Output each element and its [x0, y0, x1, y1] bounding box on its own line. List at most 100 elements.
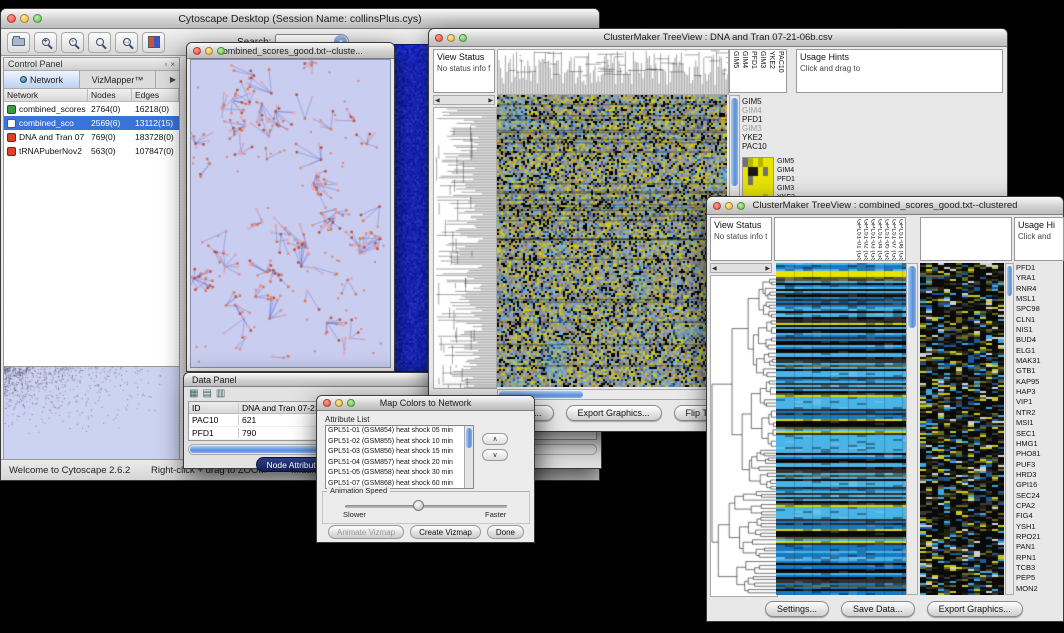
vizmapper-button[interactable] — [142, 32, 165, 53]
scrollbar-thumb[interactable] — [731, 98, 738, 186]
network-overview-thumbnail[interactable] — [4, 366, 179, 460]
export-graphics-button[interactable]: Export Graphics... — [566, 405, 662, 421]
gene-label[interactable]: RNR4 — [1016, 284, 1063, 294]
dense-network-canvas[interactable] — [395, 45, 430, 371]
tab-network[interactable]: Network — [4, 71, 80, 88]
export-graphics-button[interactable]: Export Graphics... — [927, 601, 1023, 617]
network-graph-canvas[interactable] — [191, 60, 390, 367]
list-scrollbar[interactable] — [464, 426, 473, 488]
gene-label[interactable]: GIM5 — [777, 157, 805, 166]
gene-label[interactable]: PAN1 — [1016, 542, 1063, 552]
zoom-button[interactable] — [347, 399, 355, 407]
dialog-titlebar[interactable]: Map Colors to Network — [317, 396, 534, 411]
background-network-view[interactable] — [394, 44, 431, 372]
gene-label[interactable]: CLN1 — [1016, 315, 1063, 325]
save-data-button[interactable]: Save Data... — [841, 601, 915, 617]
gene-label[interactable]: PFD1 — [777, 175, 805, 184]
gene-label[interactable]: NIS1 — [1016, 325, 1063, 335]
gene-label[interactable]: YSH1 — [1016, 522, 1063, 532]
scroll-left-icon[interactable]: ◀ — [435, 97, 440, 104]
treeview-combined-titlebar[interactable]: ClusterMaker TreeView : combined_scores_… — [707, 197, 1063, 215]
zoom-in-button[interactable]: + — [34, 32, 57, 53]
close-button[interactable] — [193, 47, 201, 55]
gene-label[interactable]: HAP3 — [1016, 387, 1063, 397]
attribute-delete-icon[interactable]: ▥ — [216, 388, 225, 399]
zoom-fit-button[interactable] — [88, 32, 111, 53]
gene-label[interactable]: YKE2 — [742, 133, 800, 142]
attribute-list-item[interactable]: GPL51-05 (GSM858) heat shock 30 min — [326, 468, 464, 479]
tab-vizmapper[interactable]: VizMapper™ — [80, 71, 156, 88]
gene-label[interactable]: PFD1 — [742, 115, 800, 124]
overview-canvas[interactable] — [4, 367, 179, 459]
zoom-vertical-scrollbar[interactable] — [1005, 263, 1014, 595]
attribute-list[interactable]: GPL51-01 (GSM854) heat shock 05 min GPL51… — [325, 425, 474, 489]
row-dendrogram[interactable] — [710, 275, 778, 597]
network-canvas-area[interactable] — [190, 59, 391, 368]
close-button[interactable] — [435, 34, 443, 42]
minimize-button[interactable] — [20, 14, 29, 23]
col-nodes[interactable]: Nodes — [88, 89, 132, 101]
dendrogram-scrollbar[interactable]: ◀ ▶ — [710, 263, 772, 273]
zoom-out-button[interactable]: - — [61, 32, 84, 53]
minimize-button[interactable] — [335, 399, 343, 407]
gene-label[interactable]: PEP5 — [1016, 573, 1063, 583]
animate-vizmap-button[interactable]: Animate Vizmap — [328, 525, 404, 539]
close-button[interactable] — [323, 399, 331, 407]
float-icon[interactable]: ▫ — [164, 60, 167, 69]
speed-slider-track[interactable] — [345, 505, 507, 508]
close-button[interactable] — [7, 14, 16, 23]
vertical-scrollbar[interactable] — [906, 263, 918, 595]
gene-label[interactable]: CPA2 — [1016, 501, 1063, 511]
scrollbar-thumb[interactable] — [466, 428, 472, 448]
gene-label[interactable]: MON2 — [1016, 584, 1063, 594]
attribute-list-item[interactable]: GPL51-01 (GSM854) heat shock 05 min — [326, 426, 464, 437]
gene-label[interactable]: RPN1 — [1016, 553, 1063, 563]
gene-label[interactable]: GIM3 — [777, 184, 805, 193]
scroll-right-icon[interactable]: ▶ — [765, 265, 770, 272]
gene-label[interactable]: YRA1 — [1016, 273, 1063, 283]
gene-label[interactable]: SEC1 — [1016, 429, 1063, 439]
gene-label[interactable]: VIP1 — [1016, 397, 1063, 407]
global-heatmap[interactable] — [497, 95, 727, 387]
scrollbar-thumb[interactable] — [908, 266, 916, 328]
gene-label[interactable]: RPO21 — [1016, 532, 1063, 542]
scrollbar-thumb[interactable] — [1007, 266, 1012, 296]
open-session-button[interactable] — [7, 32, 30, 53]
attribute-list-item[interactable]: GPL51-04 (GSM857) heat shock 20 min — [326, 458, 464, 469]
minimize-button[interactable] — [205, 47, 213, 55]
dendrogram-scrollbar[interactable]: ◀ ▶ — [433, 95, 495, 105]
col-network[interactable]: Network — [4, 89, 88, 101]
gene-label[interactable]: MSI1 — [1016, 418, 1063, 428]
done-button[interactable]: Done — [487, 525, 524, 539]
col-edges[interactable]: Edges — [132, 89, 179, 101]
network-list-row[interactable]: tRNAPuberNov2563(0)107847(0) — [4, 144, 179, 158]
attribute-create-icon[interactable]: ▤ — [202, 388, 211, 399]
move-down-button[interactable]: ∨ — [482, 449, 508, 461]
gene-label[interactable]: PHO81 — [1016, 449, 1063, 459]
gene-label[interactable]: GIM4 — [777, 166, 805, 175]
gene-label[interactable]: GIM3 — [742, 124, 800, 133]
gene-label[interactable]: PUF3 — [1016, 460, 1063, 470]
gene-label[interactable]: GPI16 — [1016, 480, 1063, 490]
gene-label[interactable]: KAP95 — [1016, 377, 1063, 387]
tab-overflow-icon[interactable]: ▶ — [167, 71, 179, 88]
gene-label[interactable]: BUD4 — [1016, 335, 1063, 345]
minimize-button[interactable] — [447, 34, 455, 42]
network-list-row[interactable]: DNA and Tran 07769(0)183728(0) — [4, 130, 179, 144]
scroll-right-icon[interactable]: ▶ — [488, 97, 493, 104]
move-up-button[interactable]: ∧ — [482, 433, 508, 445]
settings-button[interactable]: Settings... — [765, 601, 829, 617]
zoom-button[interactable] — [33, 14, 42, 23]
gene-label[interactable]: HRD3 — [1016, 470, 1063, 480]
gene-label[interactable]: GIM4 — [742, 106, 800, 115]
gene-label[interactable]: PFD1 — [1016, 263, 1063, 273]
global-heatmap[interactable] — [776, 263, 906, 595]
speed-slider-thumb[interactable] — [413, 500, 424, 511]
main-titlebar[interactable]: Cytoscape Desktop (Session Name: collins… — [1, 9, 599, 29]
gene-label[interactable]: TCB3 — [1016, 563, 1063, 573]
treeview-dna-titlebar[interactable]: ClusterMaker TreeView : DNA and Tran 07-… — [429, 29, 1007, 47]
network-list-row[interactable]: combined_scores2764(0)16218(0) — [4, 102, 179, 116]
gene-label[interactable]: PAC10 — [742, 142, 800, 151]
close-button[interactable] — [713, 202, 721, 210]
row-dendrogram[interactable] — [433, 107, 497, 389]
